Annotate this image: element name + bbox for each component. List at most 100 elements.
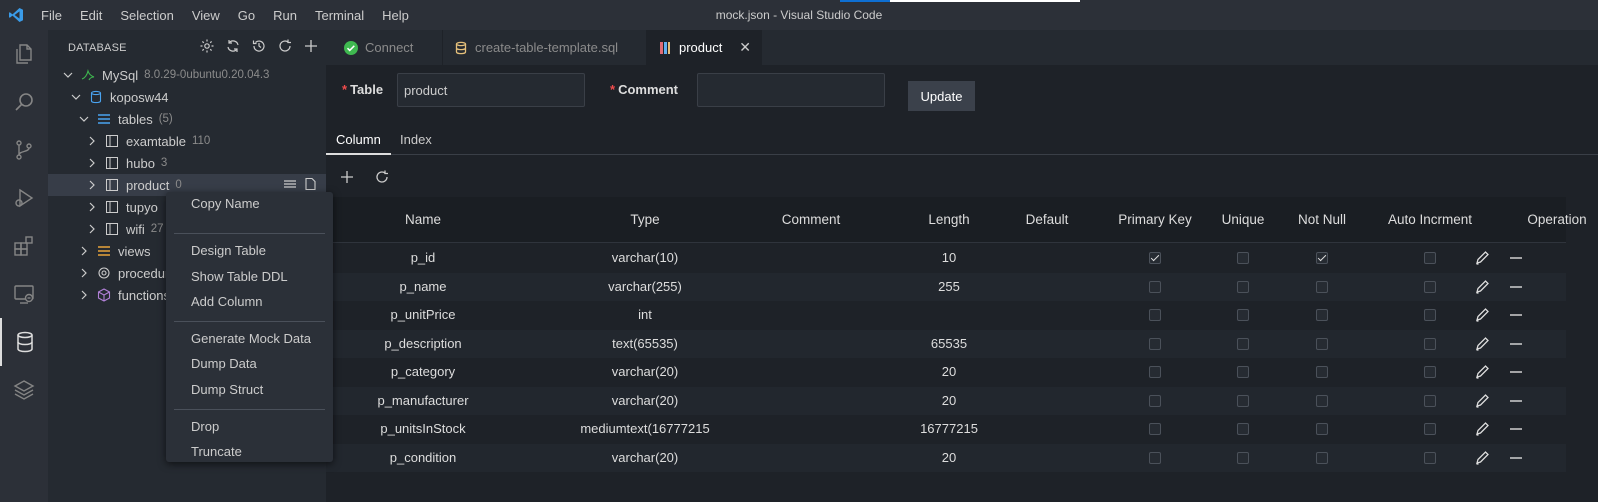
checkbox-unique[interactable]: [1237, 451, 1249, 464]
checkbox-notnull[interactable]: [1316, 280, 1328, 293]
delete-dash-icon[interactable]: [1508, 450, 1524, 466]
checkbox-unique[interactable]: [1237, 394, 1249, 407]
checkbox-pk[interactable]: [1149, 394, 1161, 407]
table-row[interactable]: p_unitPrice int: [326, 301, 1566, 330]
checkbox-notnull[interactable]: [1316, 423, 1328, 435]
edit-pencil-icon[interactable]: [1474, 250, 1490, 266]
menu-item-copy-name[interactable]: Copy Name: [166, 192, 333, 216]
menu-item-show-table-ddl[interactable]: Show Table DDL: [166, 265, 333, 289]
menu-item-add-column[interactable]: Add Column: [166, 290, 333, 314]
table-row[interactable]: p_condition varchar(20) 20: [326, 443, 1566, 472]
menu-item-truncate[interactable]: Truncate: [166, 440, 333, 464]
delete-dash-icon[interactable]: [1508, 250, 1524, 266]
update-button[interactable]: Update: [908, 81, 975, 111]
tree-schema[interactable]: koposw44: [48, 86, 333, 108]
menu-item-dump-struct[interactable]: Dump Struct: [166, 378, 333, 402]
checkbox-unique[interactable]: [1237, 423, 1249, 435]
menu-terminal[interactable]: Terminal: [306, 8, 373, 23]
checkbox-ai[interactable]: [1424, 280, 1436, 293]
delete-dash-icon[interactable]: [1508, 393, 1524, 409]
checkbox-pk[interactable]: [1149, 423, 1161, 435]
delete-dash-icon[interactable]: [1508, 279, 1524, 295]
menu-run[interactable]: Run: [264, 8, 306, 23]
menu-edit[interactable]: Edit: [71, 8, 111, 23]
checkbox-pk[interactable]: [1149, 309, 1161, 321]
tree-table-hubo[interactable]: hubo 3: [48, 152, 333, 174]
checkbox-pk[interactable]: [1149, 252, 1161, 264]
checkbox-pk[interactable]: [1149, 337, 1161, 350]
refresh-icon[interactable]: [370, 165, 394, 189]
menu-item-design-table[interactable]: Design Table: [166, 239, 333, 263]
edit-pencil-icon[interactable]: [1474, 450, 1490, 466]
edit-pencil-icon[interactable]: [1474, 393, 1490, 409]
checkbox-ai[interactable]: [1424, 252, 1436, 264]
run-debug-icon[interactable]: [0, 174, 48, 222]
table-row[interactable]: p_category varchar(20) 20: [326, 358, 1566, 387]
checkbox-ai[interactable]: [1424, 309, 1436, 321]
table-name-input[interactable]: [397, 73, 585, 107]
table-row[interactable]: p_id varchar(10) 10: [326, 244, 1566, 273]
edit-pencil-icon[interactable]: [1474, 364, 1490, 380]
delete-dash-icon[interactable]: [1508, 364, 1524, 380]
tree-tables-group[interactable]: tables (5): [48, 108, 333, 130]
remote-explorer-icon[interactable]: [0, 270, 48, 318]
menu-item-drop[interactable]: Drop: [166, 415, 333, 439]
checkbox-unique[interactable]: [1237, 252, 1249, 264]
delete-dash-icon[interactable]: [1508, 336, 1524, 352]
menu-selection[interactable]: Selection: [111, 8, 182, 23]
checkbox-ai[interactable]: [1424, 423, 1436, 435]
settings-gear-icon[interactable]: [199, 38, 215, 57]
tree-table-examtable[interactable]: examtable 110: [48, 130, 333, 152]
menu-item-dump-data[interactable]: Dump Data: [166, 352, 333, 376]
checkbox-notnull[interactable]: [1316, 252, 1328, 264]
add-column-icon[interactable]: [335, 165, 359, 189]
checkbox-notnull[interactable]: [1316, 366, 1328, 378]
edit-pencil-icon[interactable]: [1474, 336, 1490, 352]
vscode-logo-icon[interactable]: [0, 0, 32, 30]
source-control-icon[interactable]: [0, 126, 48, 174]
refresh-icon[interactable]: [277, 38, 293, 57]
edit-pencil-icon[interactable]: [1474, 279, 1490, 295]
checkbox-notnull[interactable]: [1316, 337, 1328, 350]
table-row[interactable]: p_manufacturer varchar(20) 20: [326, 386, 1566, 415]
menu-help[interactable]: Help: [373, 8, 418, 23]
checkbox-ai[interactable]: [1424, 394, 1436, 407]
comment-input[interactable]: [697, 73, 885, 107]
files-icon[interactable]: [0, 30, 48, 78]
checkbox-notnull[interactable]: [1316, 451, 1328, 464]
checkbox-unique[interactable]: [1237, 337, 1249, 350]
delete-dash-icon[interactable]: [1508, 307, 1524, 323]
database-icon[interactable]: [0, 318, 48, 366]
history-icon[interactable]: [251, 38, 267, 57]
menu-view[interactable]: View: [183, 8, 229, 23]
edit-pencil-icon[interactable]: [1474, 421, 1490, 437]
list-rows-icon[interactable]: [283, 177, 297, 194]
layers-icon[interactable]: [0, 366, 48, 414]
close-icon[interactable]: ✕: [739, 39, 751, 56]
checkbox-pk[interactable]: [1149, 451, 1161, 464]
checkbox-notnull[interactable]: [1316, 394, 1328, 407]
delete-dash-icon[interactable]: [1508, 421, 1524, 437]
checkbox-ai[interactable]: [1424, 337, 1436, 350]
tab-connect[interactable]: Connect: [333, 30, 443, 65]
sync-icon[interactable]: [225, 38, 241, 57]
table-row[interactable]: p_unitsInStock mediumtext(16777215 1677721…: [326, 415, 1566, 444]
table-row[interactable]: p_description text(65535) 65535: [326, 329, 1566, 358]
checkbox-pk[interactable]: [1149, 280, 1161, 293]
checkbox-unique[interactable]: [1237, 280, 1249, 293]
add-connection-icon[interactable]: [303, 38, 319, 57]
table-row[interactable]: p_name varchar(255) 255: [326, 272, 1566, 301]
checkbox-pk[interactable]: [1149, 366, 1161, 378]
search-icon[interactable]: [0, 78, 48, 126]
tab-create-table-template[interactable]: create-table-template.sql: [443, 30, 647, 65]
tab-column[interactable]: Column: [326, 124, 391, 155]
checkbox-unique[interactable]: [1237, 366, 1249, 378]
edit-pencil-icon[interactable]: [1474, 307, 1490, 323]
tree-connection-mysql[interactable]: MySql 8.0.29-0ubuntu0.20.04.3: [48, 64, 333, 86]
menu-file[interactable]: File: [32, 8, 71, 23]
menu-item-generate-mock-data[interactable]: Generate Mock Data: [166, 327, 333, 351]
open-file-icon[interactable]: [303, 177, 317, 194]
checkbox-ai[interactable]: [1424, 451, 1436, 464]
extensions-icon[interactable]: [0, 222, 48, 270]
checkbox-ai[interactable]: [1424, 366, 1436, 378]
